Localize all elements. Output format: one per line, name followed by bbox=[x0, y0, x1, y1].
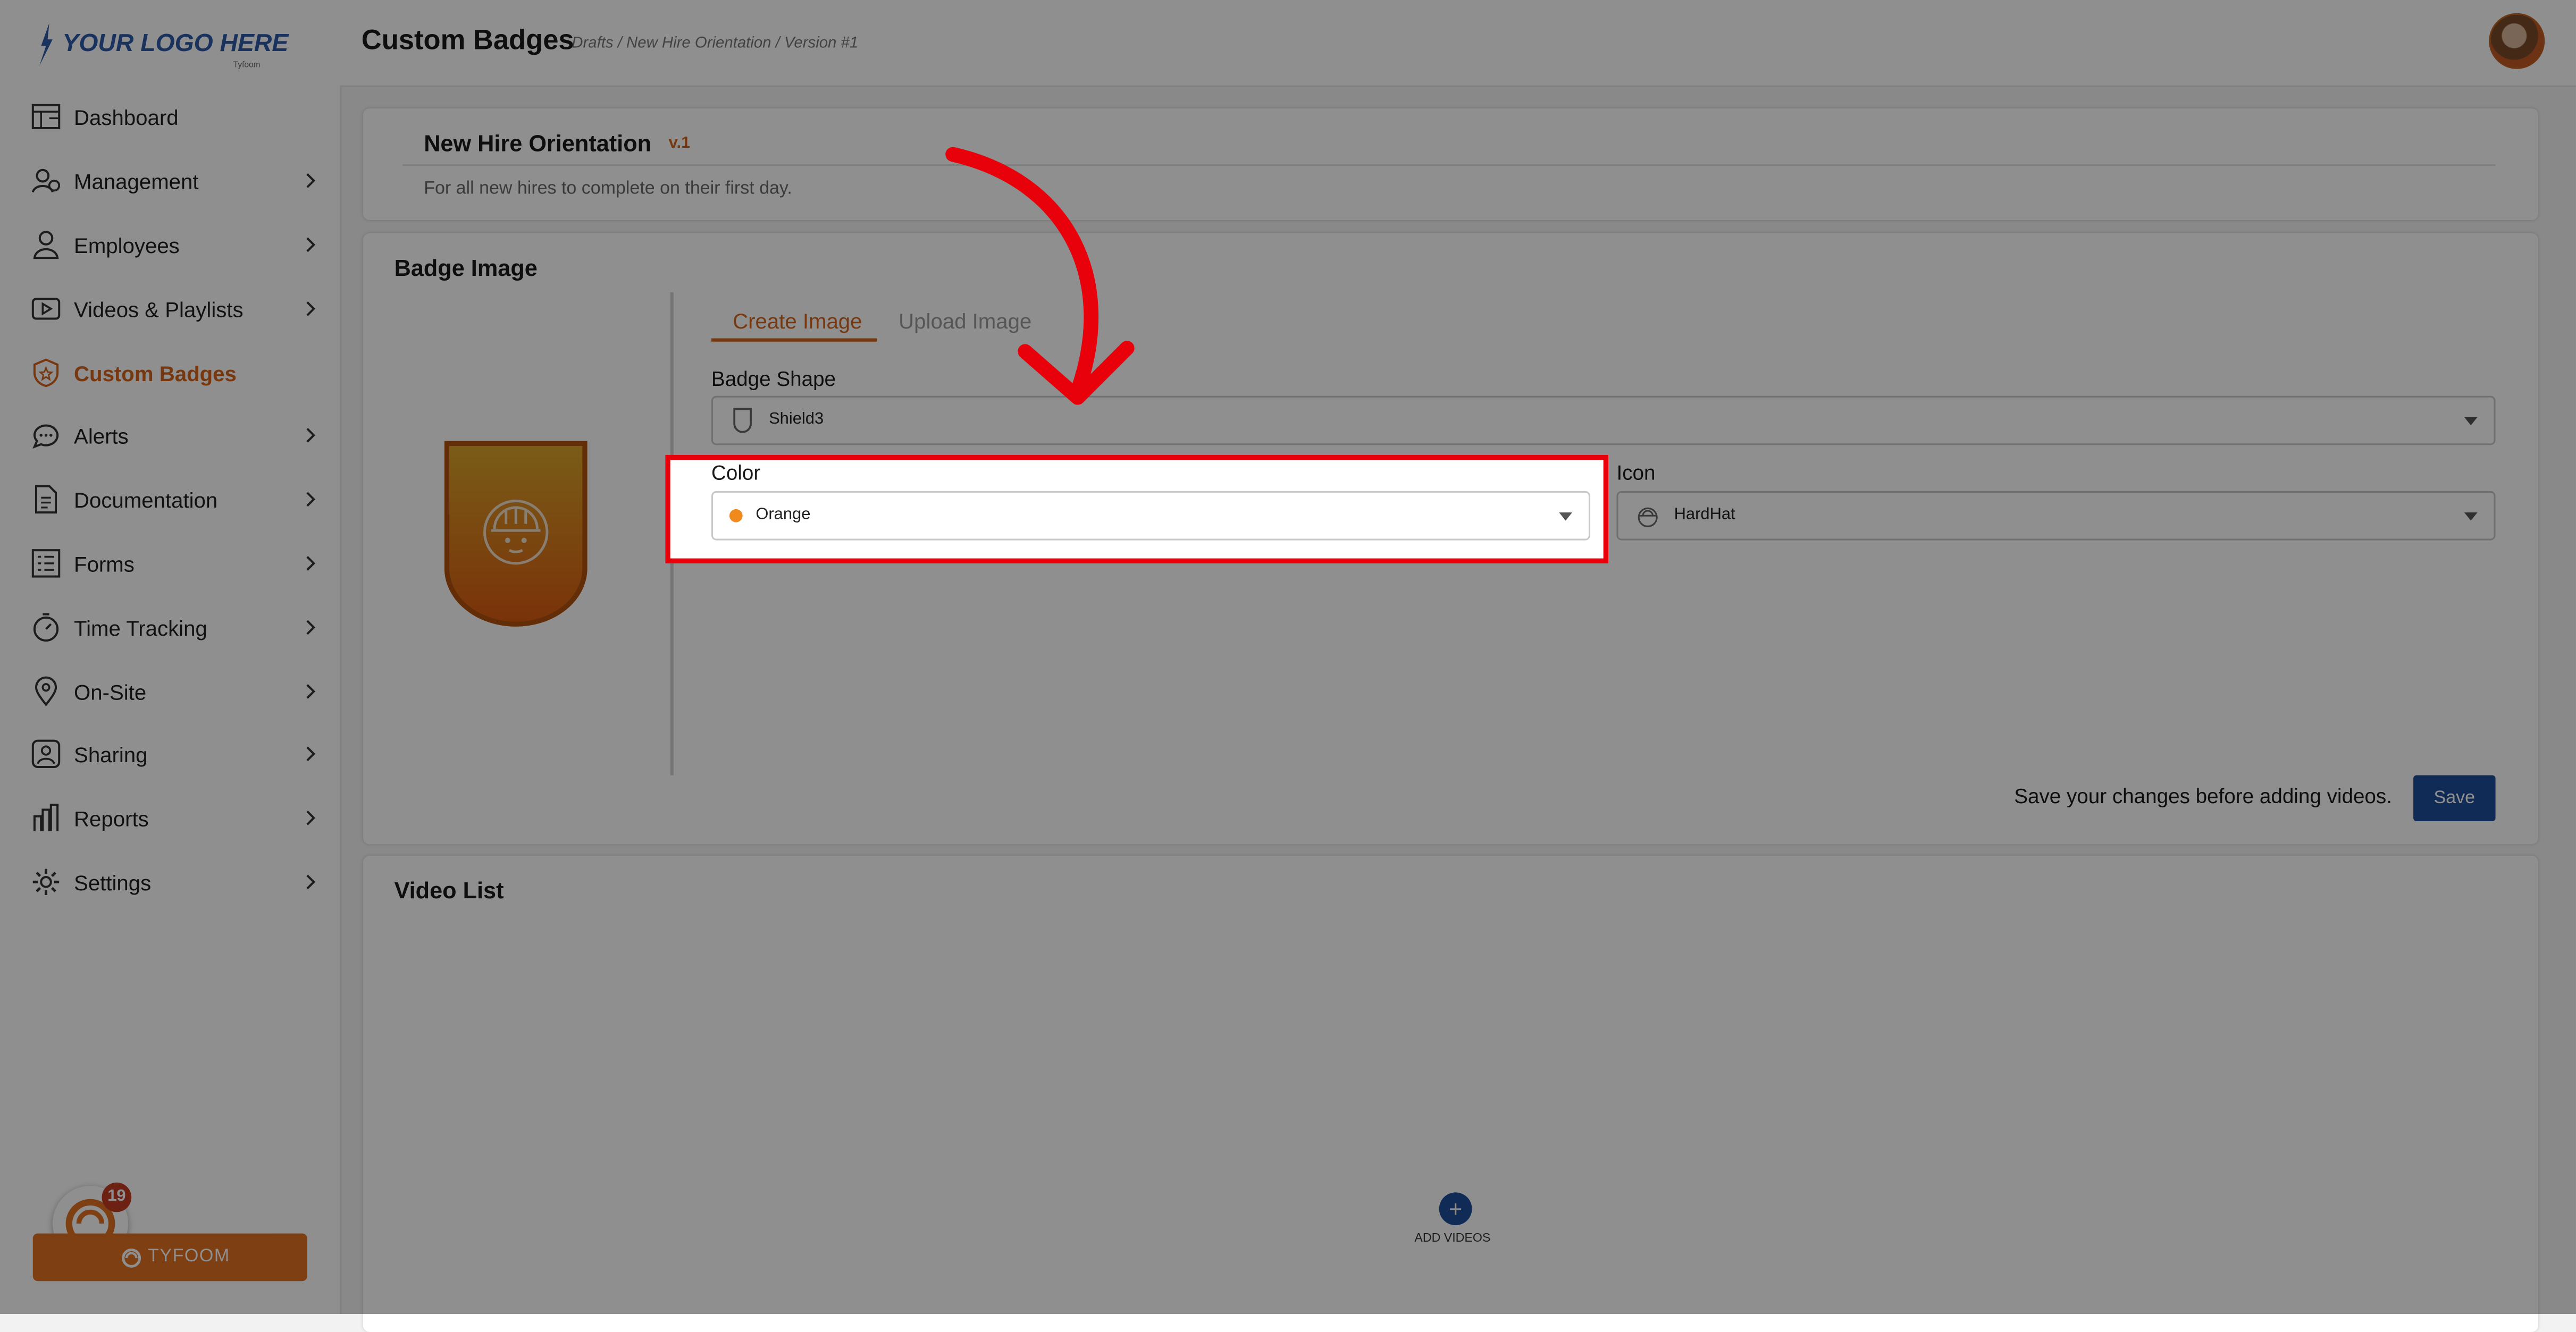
sidebar-item-sharing[interactable]: Sharing bbox=[30, 729, 319, 779]
divider bbox=[402, 164, 2496, 166]
gear-icon bbox=[30, 865, 63, 898]
page-title: Custom Badges bbox=[361, 24, 574, 56]
sidebar-item-reports[interactable]: Reports bbox=[30, 793, 319, 842]
sidebar-item-label: Custom Badges bbox=[74, 360, 237, 385]
logo-text: YOUR LOGO HERE bbox=[62, 29, 289, 58]
sidebar-item-label: Time Tracking bbox=[74, 615, 207, 640]
tyfoom-button[interactable]: TYFOOM bbox=[32, 1233, 307, 1282]
section-title: Video List bbox=[394, 877, 504, 904]
tyfoom-button-label: TYFOOM bbox=[148, 1246, 230, 1267]
video-list-card: Video List + ADD VIDEOS bbox=[363, 855, 2538, 1332]
sidebar-item-custom-badges[interactable]: Custom Badges bbox=[30, 348, 319, 398]
save-note: Save your changes before adding videos. bbox=[2014, 785, 2392, 808]
add-videos-button[interactable]: + ADD VIDEOS bbox=[1414, 1192, 1493, 1258]
sidebar-item-on-site[interactable]: On-Site bbox=[30, 667, 319, 716]
dashboard-icon bbox=[30, 100, 63, 133]
notification-count-badge: 19 bbox=[102, 1182, 132, 1212]
active-tab-indicator bbox=[711, 338, 878, 342]
annotation-arrow-icon bbox=[945, 147, 1135, 405]
bar-chart-icon bbox=[30, 802, 63, 834]
chevron-right-icon bbox=[306, 620, 316, 635]
plus-icon: + bbox=[1439, 1192, 1472, 1226]
chevron-right-icon bbox=[306, 746, 316, 762]
sidebar-item-label: Settings bbox=[74, 870, 152, 895]
sidebar-item-forms[interactable]: Forms bbox=[30, 539, 319, 588]
hardhat-small-icon bbox=[1638, 507, 1658, 527]
list-icon bbox=[30, 547, 63, 580]
icon-label: Icon bbox=[1616, 461, 1656, 485]
sidebar-item-label: Management bbox=[74, 168, 199, 193]
user-avatar[interactable] bbox=[2489, 13, 2545, 69]
chevron-down-icon bbox=[2464, 512, 2478, 521]
top-header: Custom Badges Drafts / New Hire Orientat… bbox=[340, 0, 2576, 87]
logo-subtext: Tyfoom bbox=[233, 61, 261, 71]
course-header-card: New Hire Orientation v.1 For all new hir… bbox=[363, 108, 2538, 221]
stopwatch-icon bbox=[30, 611, 63, 644]
sidebar-item-label: Employees bbox=[74, 232, 180, 257]
sidebar-item-label: Sharing bbox=[74, 741, 148, 766]
sidebar-item-settings[interactable]: Settings bbox=[30, 857, 319, 907]
logo-bolt-icon bbox=[39, 23, 53, 66]
sidebar-item-employees[interactable]: Employees bbox=[30, 220, 319, 269]
sidebar-item-label: Forms bbox=[74, 551, 135, 576]
chevron-down-icon bbox=[2464, 417, 2478, 426]
shield-shape-icon bbox=[733, 408, 752, 433]
video-icon bbox=[30, 292, 63, 325]
sidebar-item-videos-playlists[interactable]: Videos & Playlists bbox=[30, 284, 319, 334]
chevron-right-icon bbox=[306, 492, 316, 507]
badge-shape-value: Shield3 bbox=[769, 410, 824, 429]
icon-select[interactable]: HardHat bbox=[1616, 491, 2496, 541]
icon-value: HardHat bbox=[1674, 505, 1735, 524]
course-title: New Hire Orientation bbox=[424, 130, 652, 156]
tyfoom-logo-icon bbox=[122, 1249, 141, 1268]
sidebar-item-documentation[interactable]: Documentation bbox=[30, 475, 319, 524]
chevron-right-icon bbox=[306, 684, 316, 699]
add-videos-label: ADD VIDEOS bbox=[1414, 1230, 1491, 1245]
location-pin-icon bbox=[30, 675, 63, 708]
share-icon bbox=[30, 737, 63, 770]
chevron-right-icon bbox=[306, 811, 316, 825]
management-icon bbox=[30, 164, 63, 197]
company-logo[interactable]: YOUR LOGO HERE Tyfoom bbox=[36, 23, 288, 75]
sidebar-item-label: Alerts bbox=[74, 423, 129, 448]
chevron-right-icon bbox=[306, 428, 316, 443]
document-icon bbox=[30, 483, 63, 516]
chevron-right-icon bbox=[306, 237, 316, 252]
badge-shape-label: Badge Shape bbox=[711, 368, 836, 391]
person-icon bbox=[30, 229, 63, 262]
sidebar-item-label: On-Site bbox=[74, 679, 147, 704]
chevron-right-icon bbox=[306, 173, 316, 188]
sidebar-item-management[interactable]: Management bbox=[30, 156, 319, 206]
chevron-right-icon bbox=[306, 301, 316, 316]
sidebar: YOUR LOGO HERE Tyfoom Dashboard Managemen… bbox=[0, 0, 342, 1314]
course-description: For all new hires to complete on their f… bbox=[424, 179, 792, 199]
highlight-border bbox=[665, 454, 1609, 563]
tab-create-image[interactable]: Create Image bbox=[733, 309, 862, 333]
breadcrumb[interactable]: Drafts / New Hire Orientation / Version … bbox=[572, 35, 858, 53]
chevron-right-icon bbox=[306, 556, 316, 571]
version-tag: v.1 bbox=[668, 134, 691, 153]
sidebar-item-label: Dashboard bbox=[74, 104, 179, 129]
sidebar-item-label: Reports bbox=[74, 805, 149, 830]
badge-icon bbox=[30, 357, 63, 390]
chat-icon bbox=[30, 419, 63, 452]
sidebar-item-time-tracking[interactable]: Time Tracking bbox=[30, 603, 319, 652]
section-title: Badge Image bbox=[394, 254, 538, 281]
save-button[interactable]: Save bbox=[2413, 775, 2496, 821]
badge-preview bbox=[444, 441, 588, 627]
sidebar-item-label: Documentation bbox=[74, 487, 218, 512]
sidebar-item-label: Videos & Playlists bbox=[74, 296, 244, 322]
sidebar-item-alerts[interactable]: Alerts bbox=[30, 411, 319, 460]
sidebar-item-dashboard[interactable]: Dashboard bbox=[30, 92, 319, 141]
chevron-right-icon bbox=[306, 874, 316, 890]
